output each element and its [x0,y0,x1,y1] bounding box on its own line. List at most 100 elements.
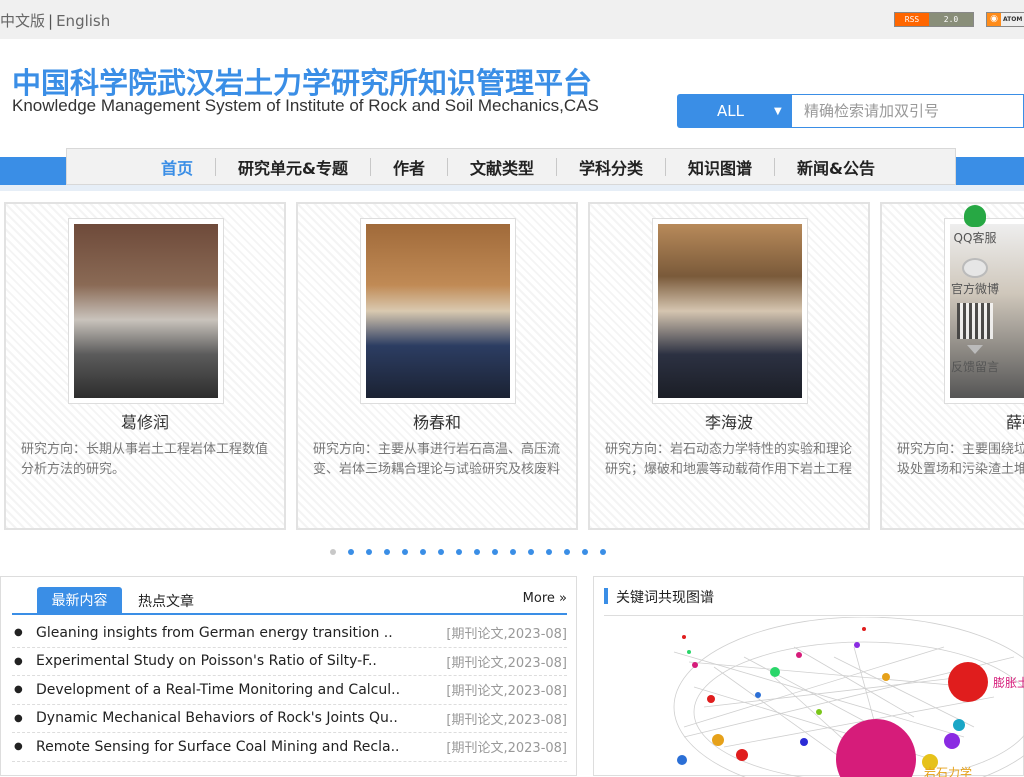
site-subtitle: Knowledge Management System of Institute… [12,96,599,115]
article-meta: [期刊论文,2023-08] [446,684,567,700]
scholar-name[interactable]: 杨春和 [298,409,576,433]
graph-node[interactable] [796,652,802,658]
scholar-photo[interactable] [360,218,516,404]
keyword-network-graph[interactable]: 膨胀土 岩石力学 [594,617,1024,777]
carousel-dot[interactable] [546,549,552,555]
qq-service[interactable]: QQ客服 [944,205,1006,246]
weibo-link[interactable]: 官方微博 [944,258,1006,297]
article-title[interactable]: Development of a Real-Time Monitoring an… [36,682,446,698]
carousel-dot[interactable] [528,549,534,555]
scholar-research: 研究方向：岩石动态力学特性的实验和理论研究；爆破和地震等动载荷作用下岩土工程 [605,442,853,477]
keyword-graph-panel: 关键词共现图谱 膨胀土 岩石力学 [593,576,1024,777]
feedback-link[interactable]: 反馈留言 [944,345,1006,375]
carousel-dot[interactable] [456,549,462,555]
carousel-dot[interactable] [492,549,498,555]
latest-content-panel: 最新内容 热点文章 More » ● Gleaning insights from… [0,576,577,776]
graph-node[interactable] [800,738,808,746]
graph-node[interactable] [816,709,822,715]
scholar-research: 研究方向：主要从事进行岩石高温、高压流变、岩体三场耦合理论与试验研究及核废料 [313,442,561,477]
scholar-card[interactable]: 葛修润 研究方向：长期从事岩土工程岩体工程数值分析方法的研究。 [4,202,286,530]
article-title[interactable]: Gleaning insights from German energy tra… [36,625,446,641]
graph-node[interactable] [854,642,860,648]
carousel-dot[interactable] [420,549,426,555]
article-title[interactable]: Remote Sensing for Surface Coal Mining a… [36,739,446,755]
scholar-name[interactable]: 薛强 [1006,409,1024,433]
list-item[interactable]: ● Remote Sensing for Surface Coal Mining … [12,733,567,762]
graph-node[interactable] [677,755,687,765]
qq-icon [964,205,986,227]
qr-code-icon [957,303,993,339]
scholar-card[interactable]: 杨春和 研究方向：主要从事进行岩石高温、高压流变、岩体三场耦合理论与试验研究及核… [296,202,578,530]
graph-node[interactable] [736,749,748,761]
portrait-image [74,224,218,398]
feedback-icon [967,345,983,354]
graph-node[interactable] [948,662,988,702]
more-link[interactable]: More » [523,587,567,611]
nav-knowledge-graph[interactable]: 知识图谱 [666,155,774,179]
graph-node[interactable] [862,627,866,631]
nav-news[interactable]: 新闻&公告 [775,155,897,179]
graph-node[interactable] [953,719,965,731]
article-meta: [期刊论文,2023-08] [446,712,567,728]
carousel-dot[interactable] [474,549,480,555]
article-title[interactable]: Experimental Study on Poisson's Ratio of… [36,653,446,669]
lang-chinese-link[interactable]: 中文版 [0,12,45,30]
carousel-dot[interactable] [510,549,516,555]
graph-title: 关键词共现图谱 [604,587,714,607]
carousel-dot[interactable] [366,549,372,555]
bullet-icon: ● [14,712,23,724]
nav-authors[interactable]: 作者 [371,155,447,179]
scholar-research: 研究方向：主要围绕垃圾处置场和污染渣土堆存 [897,442,1024,477]
carousel-dot[interactable] [564,549,570,555]
atom-label: ATOM [1001,13,1024,26]
rss-feed-badge[interactable]: RSS 2.0 [894,12,974,27]
article-meta: [期刊论文,2023-08] [446,627,567,643]
carousel-dot[interactable] [384,549,390,555]
carousel-dot[interactable] [402,549,408,555]
graph-label-rock-mechanics: 岩石力学 [924,765,972,777]
search-input[interactable]: 精确检索请加双引号 [792,94,1024,128]
carousel-dot[interactable] [438,549,444,555]
graph-node[interactable] [770,667,780,677]
feedback-label: 反馈留言 [950,360,999,374]
list-item[interactable]: ● Experimental Study on Poisson's Ratio o… [12,648,567,676]
carousel-dot[interactable] [330,549,336,555]
graph-node[interactable] [707,695,715,703]
scholar-name[interactable]: 李海波 [590,409,868,433]
graph-node[interactable] [944,733,960,749]
article-meta: [期刊论文,2023-08] [446,741,567,757]
nav-doc-types[interactable]: 文献类型 [448,155,556,179]
tab-latest[interactable]: 最新内容 [37,587,122,615]
float-contact-widget: QQ客服 官方微博 反馈留言 [944,203,1006,433]
article-meta: [期刊论文,2023-08] [446,655,567,671]
graph-node[interactable] [882,673,890,681]
scholar-photo[interactable] [652,218,808,404]
article-title[interactable]: Dynamic Mechanical Behaviors of Rock's J… [36,710,446,726]
nav-research-units[interactable]: 研究单元&专题 [216,155,370,179]
tab-hot-articles[interactable]: 热点文章 [138,587,194,615]
carousel-dot[interactable] [348,549,354,555]
feed-icon: ◉ [987,13,1001,26]
qq-label: QQ客服 [953,231,997,245]
list-item[interactable]: ● Development of a Real-Time Monitoring a… [12,676,567,705]
carousel-dot[interactable] [582,549,588,555]
scholar-name[interactable]: 葛修润 [6,409,284,433]
atom-feed-badge[interactable]: ◉ ATOM [986,12,1024,27]
graph-node[interactable] [682,635,686,639]
graph-node[interactable] [692,662,698,668]
bullet-icon: ● [14,627,23,639]
list-item[interactable]: ● Dynamic Mechanical Behaviors of Rock's … [12,705,567,733]
nav-home[interactable]: 首页 [124,155,215,179]
graph-node[interactable] [712,734,724,746]
carousel-dot[interactable] [600,549,606,555]
nav-subjects[interactable]: 学科分类 [557,155,665,179]
scholar-card[interactable]: 李海波 研究方向：岩石动态力学特性的实验和理论研究；爆破和地震等动载荷作用下岩土… [588,202,870,530]
nav-band-shadow [0,185,1024,191]
graph-node[interactable] [836,719,916,777]
lang-english-link[interactable]: English [56,12,110,30]
graph-node[interactable] [687,650,691,654]
scholar-photo[interactable] [68,218,224,404]
search-scope-select[interactable]: ALL ▼ [677,94,792,128]
graph-node[interactable] [755,692,761,698]
list-item[interactable]: ● Gleaning insights from German energy tr… [12,619,567,648]
